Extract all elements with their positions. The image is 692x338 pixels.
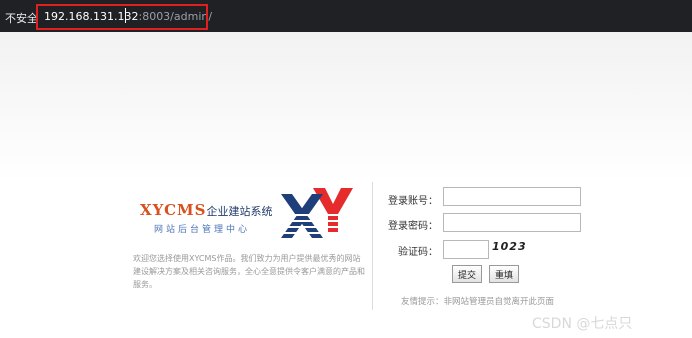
captcha-input[interactable] xyxy=(443,240,489,259)
csdn-watermark: CSDN @七点只 xyxy=(532,316,633,332)
not-secure-indicator[interactable]: 不安全 xyxy=(5,10,38,26)
logo-brand-suffix: 企业建站系统 xyxy=(206,205,273,218)
captcha-label: 验证码： xyxy=(398,247,438,258)
submit-button[interactable]: 提交 xyxy=(452,265,482,283)
username-input[interactable] xyxy=(443,187,581,206)
logo-title: XYCMS企业建站系统 xyxy=(140,201,272,219)
vertical-divider xyxy=(372,182,373,310)
intro-text: 欢迎您选择使用XYCMS作品。我们致力为用户提供最优秀的网站建设解决方案及相关咨… xyxy=(133,254,365,289)
logo-subtitle: 网站后台管理中心 xyxy=(154,225,251,235)
logo-brand: XYCMS xyxy=(140,201,207,219)
url-highlight-box xyxy=(36,4,208,30)
xy-logo-icon xyxy=(281,188,353,238)
password-input[interactable] xyxy=(443,213,581,232)
reset-button[interactable]: 重填 xyxy=(489,265,519,283)
page-background xyxy=(0,32,692,182)
friendly-tip: 友情提示：非网站管理员自觉离开此页面 xyxy=(401,297,555,307)
username-label: 登录账号： xyxy=(388,196,438,207)
password-label: 登录密码： xyxy=(388,221,438,232)
captcha-image[interactable]: 1023 xyxy=(492,240,527,253)
